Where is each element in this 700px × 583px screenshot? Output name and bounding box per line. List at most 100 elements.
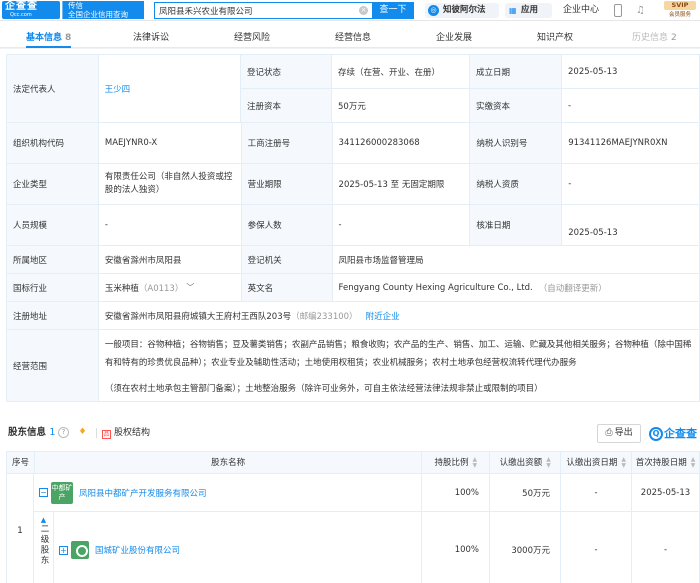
svip-sub: 会员服务 — [668, 12, 691, 18]
info-row: 国标行业 玉米种植 （A0113） ﹀ 英文名 Fengyang County He… — [7, 274, 700, 302]
est-date-label: 成立日期 — [470, 55, 562, 88]
info-row: 人员规模 - 参保人数 - 核准日期 2025-05-13 — [7, 205, 700, 246]
search-button[interactable]: 查一下 — [372, 2, 414, 19]
company-logo: 中都矿产 — [51, 481, 73, 504]
table-row: − 中都矿产 凤阳县中都矿产开发服务有限公司 100% 50万元 - 2025-… — [34, 474, 700, 512]
svip-button[interactable]: SVIP 会员服务 — [662, 1, 698, 20]
industry-code: （A0113） — [138, 283, 184, 294]
equity-structure-link[interactable]: 品股权结构 — [102, 426, 150, 440]
org-code-label: 组织机构代码 — [7, 123, 99, 163]
address-cell: 安徽省滁州市凤阳县府城镇大王府村王西队203号 （邮编233100） 附近企业 — [99, 302, 700, 329]
info-subrow: 登记状态 存续（在营、开业、在册） 成立日期 2025-05-13 — [241, 55, 700, 89]
tab-development[interactable]: 企业发展 — [436, 28, 472, 48]
qcc-logo[interactable]: 企查查 Qcc.com — [2, 1, 60, 19]
table-header: 序号 股东名称 持股比例 ▲ ▼ 认缴出资额 ▲ ▼ 认缴出资日期 ▲ ▼ 首次持股日期 ▲ ▼ — [7, 452, 700, 474]
mobile-phone-icon[interactable] — [614, 4, 622, 17]
expand-icon[interactable]: + — [59, 545, 68, 555]
search-input[interactable] — [159, 3, 355, 18]
reg-authority-label: 登记机关 — [241, 246, 333, 273]
col-ratio[interactable]: 持股比例 ▲ ▼ — [422, 452, 491, 473]
shareholder-table: 序号 股东名称 持股比例 ▲ ▼ 认缴出资额 ▲ ▼ 认缴出资日期 ▲ ▼ 首次持股日期 ▲ ▼… — [6, 451, 700, 583]
scope-line2: （须在农村土地承包主管部门备案）；土地整治服务（除许可业务外，可自主依法经营法律… — [104, 384, 543, 394]
col-amount[interactable]: 认缴出资额 ▲ ▼ — [490, 452, 562, 473]
app-menu-button[interactable]: ▦ 应用 — [505, 3, 552, 18]
est-date-value: 2025-05-13 — [562, 55, 700, 88]
info-row: 企业类型 有限责任公司（非自然人投资或控股的法人独资） 营业期限 2025-05… — [7, 164, 700, 205]
english-name-value: Fengyang County Hexing Agriculture Co., … — [338, 282, 533, 293]
insured-label: 参保人数 — [241, 205, 333, 245]
shareholder-name-link[interactable]: 凤阳县中都矿产开发服务有限公司 — [79, 487, 207, 499]
industry-cell[interactable]: 玉米种植 （A0113） ﹀ — [99, 274, 242, 301]
biz-reg-no-label: 工商注册号 — [241, 123, 333, 163]
shareholder-name-cell: ▲ 二级股东 + 国城矿业股份有限公司 — [34, 512, 422, 583]
structure-label: 股权结构 — [114, 428, 151, 438]
business-info-table: 法定代表人 王少四 登记状态 存续（在营、开业、在册） 成立日期 2025-05… — [6, 54, 700, 402]
section-tabs: 基本信息 8 法律诉讼 经营风险 经营信息 企业发展 知识产权 历史信息 2 — [0, 28, 700, 48]
tab-label: 基本信息 — [26, 33, 63, 43]
info-row: 法定代表人 王少四 登记状态 存续（在营、开业、在册） 成立日期 2025-05… — [7, 55, 700, 123]
tab-divider — [0, 48, 700, 49]
zhibi-icon: ◎ — [428, 5, 439, 16]
bell-icon[interactable]: ♫ — [636, 4, 647, 17]
first-date-value: 2025-05-13 — [632, 474, 700, 511]
info-row: 注册地址 安徽省滁州市凤阳县府城镇大王府村王西队203号 （邮编233100） 附近… — [7, 302, 700, 330]
sub-date-value: - — [561, 474, 632, 511]
ratio-value: 100% — [422, 474, 490, 511]
fire-icon[interactable]: ♦ — [76, 426, 89, 439]
scope-label: 经营范围 — [7, 330, 99, 401]
paid-capital-label: 实缴资本 — [470, 89, 562, 122]
shareholder-name-link[interactable]: 国城矿业股份有限公司 — [95, 544, 180, 556]
info-row: 经营范围 一般项目：谷物种植；谷物销售；豆及薯类销售；农副产品销售；粮食收购；农… — [7, 330, 700, 402]
collapse-icon[interactable]: − — [39, 488, 48, 497]
ent-type-value: 有限责任公司（非自然人投资或控股的法人独资） — [99, 164, 242, 204]
svip-badge: SVIP — [664, 1, 696, 10]
taxpayer-id-label: 纳税人识别号 — [470, 123, 563, 163]
staff-size-value: - — [99, 205, 242, 245]
tab-label: 历史信息 — [632, 33, 669, 43]
sub-date-value: - — [561, 512, 632, 583]
tab-operation[interactable]: 经营信息 — [335, 28, 371, 48]
taxpayer-qual-value: - — [562, 164, 700, 204]
first-date-value: - — [632, 512, 700, 583]
legal-rep-value[interactable]: 王少四 — [99, 55, 241, 122]
nearby-companies-link[interactable]: 附近企业 — [366, 310, 400, 322]
search-box: × — [154, 2, 372, 19]
reg-capital-label: 注册资本 — [241, 89, 332, 122]
ent-type-label: 企业类型 — [7, 164, 99, 204]
col-sub-date[interactable]: 认缴出资日期 ▲ ▼ — [561, 452, 633, 473]
shareholder-section-header: 股东信息 1 ? ♦ 品股权结构 ⎙ 导出 Q 企查查 — [6, 423, 700, 445]
ratio-value: 100% — [422, 512, 490, 583]
auto-translate-note: （自动翻译更新） — [538, 283, 607, 294]
tab-history[interactable]: 历史信息 2 — [632, 28, 677, 48]
org-code-value: MAEJYNR0-X — [99, 123, 242, 163]
shareholder-count: 1 — [49, 427, 56, 438]
table-body: 1 − 中都矿产 凤阳县中都矿产开发服务有限公司 100% 50万元 - 202… — [7, 474, 700, 583]
col-first-date[interactable]: 首次持股日期 ▲ ▼ — [632, 452, 700, 473]
help-icon[interactable]: ? — [58, 427, 69, 438]
tab-risk[interactable]: 经营风险 — [234, 28, 270, 48]
export-button[interactable]: ⎙ 导出 — [597, 424, 641, 443]
legal-rep-label: 法定代表人 — [7, 55, 99, 122]
tier-up-icon: ▲ — [40, 516, 47, 524]
tab-basic-info[interactable]: 基本信息 8 — [26, 28, 72, 48]
company-logo — [71, 541, 89, 559]
info-subgroup: 登记状态 存续（在营、开业、在册） 成立日期 2025-05-13 注册资本 5… — [241, 55, 700, 122]
approval-date-label: 核准日期 — [470, 205, 563, 245]
col-amount-text: 认缴出资额 — [499, 457, 543, 468]
reg-capital-value: 50万元 — [332, 89, 470, 122]
chevron-down-icon[interactable]: ﹀ — [186, 282, 194, 293]
region-label: 所属地区 — [7, 246, 99, 273]
enterprise-center-link[interactable]: 企业中心 — [563, 3, 599, 18]
tab-legal[interactable]: 法律诉讼 — [133, 28, 169, 48]
address-value: 安徽省滁州市凤阳县府城镇大王府村王西队203号 — [104, 311, 292, 322]
tier-label[interactable]: ▲ 二级股东 — [34, 512, 54, 583]
zhibi-alpha-button[interactable]: ◎ 知彼阿尔法 — [425, 3, 499, 18]
reg-authority-value: 凤阳县市场监督管理局 — [333, 246, 700, 273]
info-row: 所属地区 安徽省滁州市凤阳县 登记机关 凤阳县市场监督管理局 — [7, 246, 700, 274]
reg-status-value: 存续（在营、开业、在册） — [332, 55, 470, 88]
tier-company: + 国城矿业股份有限公司 — [54, 512, 180, 583]
insured-value: - — [333, 205, 471, 245]
tab-ip[interactable]: 知识产权 — [537, 28, 573, 48]
clear-icon[interactable]: × — [359, 6, 368, 15]
info-subrow: 注册资本 50万元 实缴资本 - — [241, 89, 700, 122]
